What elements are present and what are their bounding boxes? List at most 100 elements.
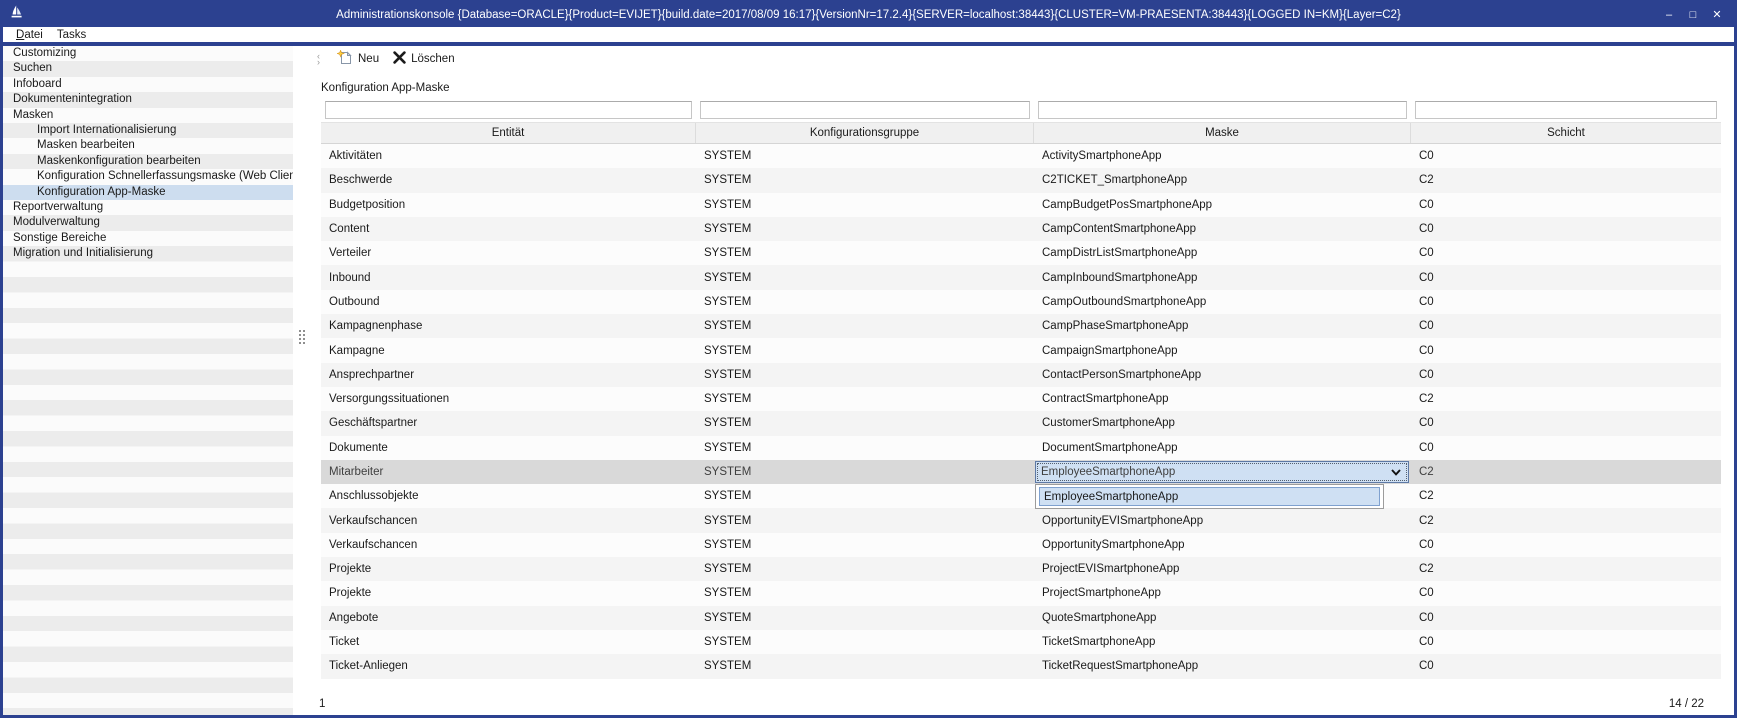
- table-row[interactable]: BeschwerdeSYSTEMC2TICKET_SmartphoneAppC2: [321, 168, 1721, 192]
- cell-entitaet: Projekte: [321, 587, 696, 599]
- delete-button-label: Löschen: [411, 53, 454, 65]
- cell-maske: ContractSmartphoneApp: [1034, 393, 1411, 405]
- filter-input-gruppe[interactable]: [700, 101, 1030, 119]
- cell-gruppe: SYSTEM: [696, 466, 1034, 478]
- table-row[interactable]: AnsprechpartnerSYSTEMContactPersonSmartp…: [321, 363, 1721, 387]
- sidebar-item[interactable]: Reportverwaltung: [3, 200, 293, 215]
- title-bar: Administrationskonsole {Database=ORACLE}…: [3, 3, 1734, 27]
- sidebar-item[interactable]: Migration und Initialisierung: [3, 246, 293, 261]
- new-button[interactable]: Neu: [333, 48, 389, 71]
- cell-entitaet: Content: [321, 223, 696, 235]
- cell-gruppe: SYSTEM: [696, 587, 1034, 599]
- filter-input-maske[interactable]: [1038, 101, 1407, 119]
- table-row[interactable]: VerteilerSYSTEMCampDistrListSmartphoneAp…: [321, 241, 1721, 265]
- table-row[interactable]: DokumenteSYSTEMDocumentSmartphoneAppC0: [321, 436, 1721, 460]
- menu-item-tasks[interactable]: Tasks: [50, 29, 93, 41]
- sidebar-item[interactable]: Infoboard: [3, 77, 293, 92]
- cell-schicht: C0: [1411, 660, 1721, 672]
- cell-schicht: C2: [1411, 490, 1721, 502]
- combobox-dropdown-popup: EmployeeSmartphoneApp: [1035, 484, 1384, 509]
- splitter[interactable]: [293, 46, 311, 715]
- cell-schicht: C0: [1411, 442, 1721, 454]
- sidebar-item[interactable]: Import Internationalisierung: [3, 123, 293, 138]
- header-row: EntitätKonfigurationsgruppeMaskeSchicht: [321, 122, 1721, 144]
- maximize-button[interactable]: □: [1686, 5, 1700, 25]
- cell-gruppe: SYSTEM: [696, 272, 1034, 284]
- table-row[interactable]: AngeboteSYSTEMQuoteSmartphoneAppC0: [321, 606, 1721, 630]
- table-row[interactable]: VerkaufschancenSYSTEMOpportunityEVISmart…: [321, 508, 1721, 532]
- cell-entitaet: Aktivitäten: [321, 150, 696, 162]
- table-row[interactable]: TicketSYSTEMTicketSmartphoneAppC0: [321, 630, 1721, 654]
- cell-entitaet: Anschlussobjekte: [321, 490, 696, 502]
- table-row[interactable]: GeschäftspartnerSYSTEMCustomerSmartphone…: [321, 411, 1721, 435]
- close-button[interactable]: ✕: [1710, 5, 1724, 25]
- cell-gruppe: SYSTEM: [696, 612, 1034, 624]
- cell-maske: CampaignSmartphoneApp: [1034, 345, 1411, 357]
- minimize-button[interactable]: –: [1662, 5, 1676, 25]
- cell-schicht: C2: [1411, 466, 1721, 478]
- table-row[interactable]: VersorgungssituationenSYSTEMContractSmar…: [321, 387, 1721, 411]
- page-title: Konfiguration App-Maske: [321, 82, 1734, 94]
- table-row[interactable]: ProjekteSYSTEMProjectEVISmartphoneAppC2: [321, 557, 1721, 581]
- cell-schicht: C0: [1411, 272, 1721, 284]
- table-row[interactable]: KampagneSYSTEMCampaignSmartphoneAppC0: [321, 338, 1721, 362]
- sidebar-item[interactable]: Masken bearbeiten: [3, 138, 293, 153]
- column-header-schicht[interactable]: Schicht: [1411, 123, 1721, 143]
- table-row[interactable]: AnschlussobjekteSYSTEMC2: [321, 484, 1721, 508]
- delete-button[interactable]: Löschen: [389, 49, 464, 69]
- cell-maske: CampDistrListSmartphoneApp: [1034, 247, 1411, 259]
- cell-gruppe: SYSTEM: [696, 563, 1034, 575]
- cell-entitaet: Ansprechpartner: [321, 369, 696, 381]
- cell-gruppe: SYSTEM: [696, 636, 1034, 648]
- sidebar-item[interactable]: Suchen: [3, 61, 293, 76]
- toolbar-overflow-grip[interactable]: ‹›: [317, 53, 325, 65]
- sidebar-item[interactable]: Konfiguration App-Maske: [3, 185, 293, 200]
- cell-gruppe: SYSTEM: [696, 442, 1034, 454]
- cell-gruppe: SYSTEM: [696, 393, 1034, 405]
- table-row[interactable]: ContentSYSTEMCampContentSmartphoneAppC0: [321, 217, 1721, 241]
- cell-schicht: C0: [1411, 150, 1721, 162]
- cell-schicht: C2: [1411, 563, 1721, 575]
- sidebar-item[interactable]: Dokumentenintegration: [3, 92, 293, 107]
- column-header-entitaet[interactable]: Entität: [321, 123, 696, 143]
- cell-maske: CampInboundSmartphoneApp: [1034, 272, 1411, 284]
- menu-item-datei[interactable]: Datei: [9, 29, 50, 41]
- cell-maske: CampOutboundSmartphoneApp: [1034, 296, 1411, 308]
- filter-input-entitaet[interactable]: [325, 101, 692, 119]
- table-row[interactable]: KampagnenphaseSYSTEMCampPhaseSmartphoneA…: [321, 314, 1721, 338]
- table-row[interactable]: OutboundSYSTEMCampOutboundSmartphoneAppC…: [321, 290, 1721, 314]
- filter-cell: [321, 100, 696, 122]
- sidebar-item[interactable]: Customizing: [3, 46, 293, 61]
- cell-schicht: C0: [1411, 417, 1721, 429]
- table-row[interactable]: ProjekteSYSTEMProjectSmartphoneAppC0: [321, 581, 1721, 605]
- dropdown-option[interactable]: EmployeeSmartphoneApp: [1039, 487, 1380, 506]
- table-row[interactable]: MitarbeiterSYSTEMEmployeeSmartphoneAppC2: [321, 460, 1721, 484]
- column-header-gruppe[interactable]: Konfigurationsgruppe: [696, 123, 1034, 143]
- cell-entitaet: Angebote: [321, 612, 696, 624]
- cell-gruppe: SYSTEM: [696, 417, 1034, 429]
- cell-schicht: C0: [1411, 587, 1721, 599]
- table-row[interactable]: VerkaufschancenSYSTEMOpportunitySmartpho…: [321, 533, 1721, 557]
- cell-maske: ActivitySmartphoneApp: [1034, 150, 1411, 162]
- table-row[interactable]: InboundSYSTEMCampInboundSmartphoneAppC0: [321, 265, 1721, 289]
- chevron-down-icon[interactable]: [1384, 469, 1408, 476]
- sidebar-item[interactable]: Modulverwaltung: [3, 215, 293, 230]
- cell-maske: CustomerSmartphoneApp: [1034, 417, 1411, 429]
- sidebar-item[interactable]: Masken: [3, 108, 293, 123]
- table-row[interactable]: BudgetpositionSYSTEMCampBudgetPosSmartph…: [321, 193, 1721, 217]
- table-row[interactable]: AktivitätenSYSTEMActivitySmartphoneAppC0: [321, 144, 1721, 168]
- cell-entitaet: Mitarbeiter: [321, 466, 696, 478]
- sidebar-item[interactable]: Sonstige Bereiche: [3, 231, 293, 246]
- cell-entitaet: Inbound: [321, 272, 696, 284]
- filter-input-schicht[interactable]: [1415, 101, 1717, 119]
- cell-entitaet: Dokumente: [321, 442, 696, 454]
- maske-combobox[interactable]: EmployeeSmartphoneApp: [1035, 461, 1409, 483]
- cell-gruppe: SYSTEM: [696, 150, 1034, 162]
- sidebar-item[interactable]: Konfiguration Schnellerfassungsmaske (We…: [3, 169, 293, 184]
- sidebar-item[interactable]: Maskenkonfiguration bearbeiten: [3, 154, 293, 169]
- cell-gruppe: SYSTEM: [696, 296, 1034, 308]
- splitter-grip-dots[interactable]: [298, 329, 306, 345]
- cell-schicht: C0: [1411, 612, 1721, 624]
- table-row[interactable]: Ticket-AnliegenSYSTEMTicketRequestSmartp…: [321, 654, 1721, 678]
- column-header-maske[interactable]: Maske: [1034, 123, 1411, 143]
